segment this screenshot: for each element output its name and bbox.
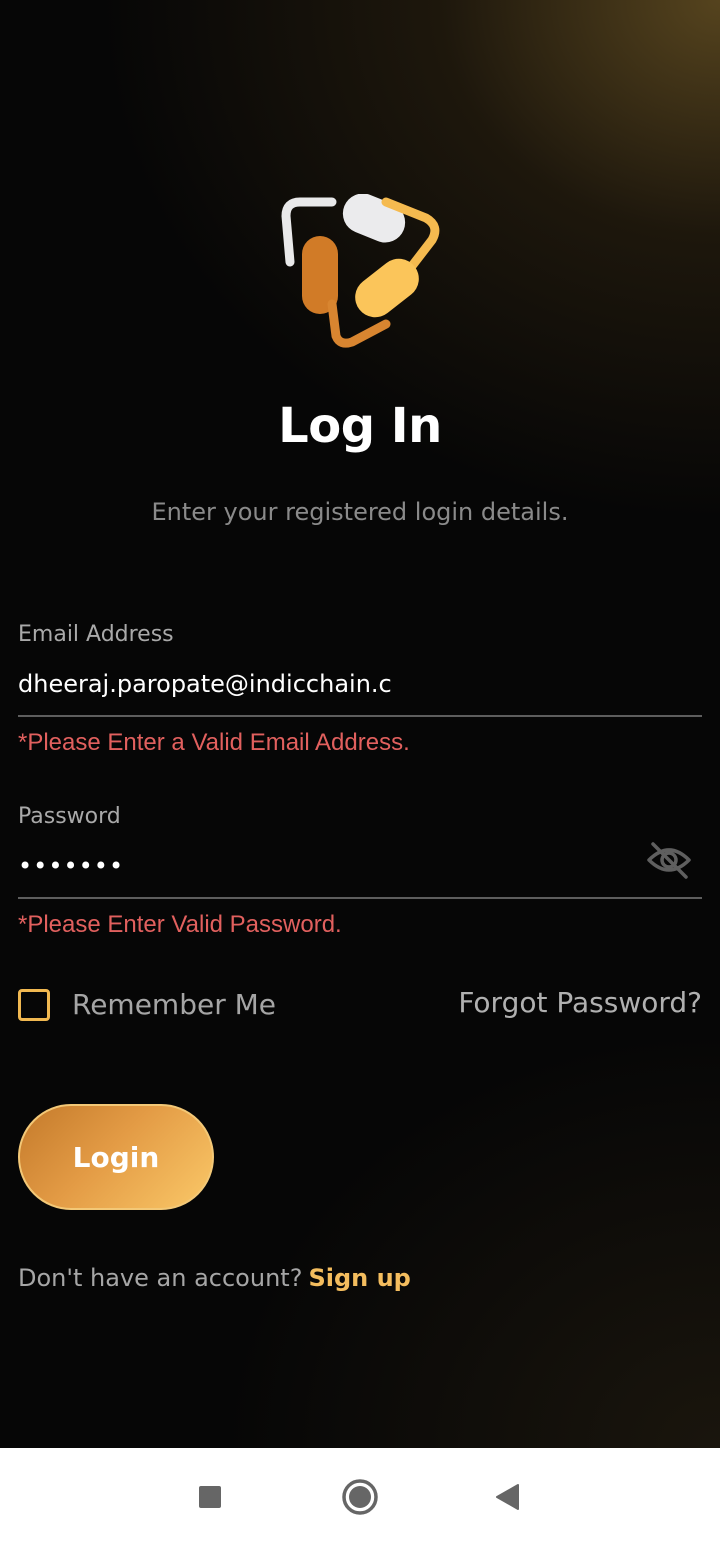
signup-link[interactable]: Sign up	[308, 1264, 410, 1292]
signup-prompt: Don't have an account? Sign up	[18, 1264, 411, 1292]
eye-off-icon[interactable]	[646, 840, 692, 880]
email-label: Email Address	[18, 622, 174, 647]
remember-me-label[interactable]: Remember Me	[72, 988, 276, 1021]
circle-icon	[342, 1478, 378, 1515]
remember-me-checkbox[interactable]	[18, 989, 50, 1021]
app-logo-icon	[281, 194, 440, 348]
back-button[interactable]	[490, 1448, 524, 1545]
password-underline	[18, 897, 702, 899]
password-field[interactable]	[18, 848, 638, 884]
app-background: Log In Enter your registered login detai…	[0, 0, 720, 1448]
square-icon	[199, 1485, 221, 1508]
triangle-back-icon	[496, 1483, 519, 1510]
forgot-password-link[interactable]: Forgot Password?	[458, 986, 702, 1019]
password-error: *Please Enter Valid Password.	[18, 911, 342, 938]
password-label: Password	[18, 804, 121, 829]
page-subtitle: Enter your registered login details.	[151, 498, 569, 526]
email-underline	[18, 715, 702, 717]
page-title: Log In	[278, 398, 442, 454]
email-field[interactable]	[18, 666, 638, 702]
email-error: *Please Enter a Valid Email Address.	[18, 729, 410, 756]
signup-prompt-text: Don't have an account?	[18, 1264, 303, 1292]
login-button[interactable]: Login	[18, 1104, 214, 1210]
login-screen: Log In Enter your registered login detai…	[0, 0, 720, 1545]
system-navigation-bar	[0, 1448, 720, 1545]
recents-button[interactable]	[190, 1448, 230, 1545]
home-button[interactable]	[338, 1448, 382, 1545]
